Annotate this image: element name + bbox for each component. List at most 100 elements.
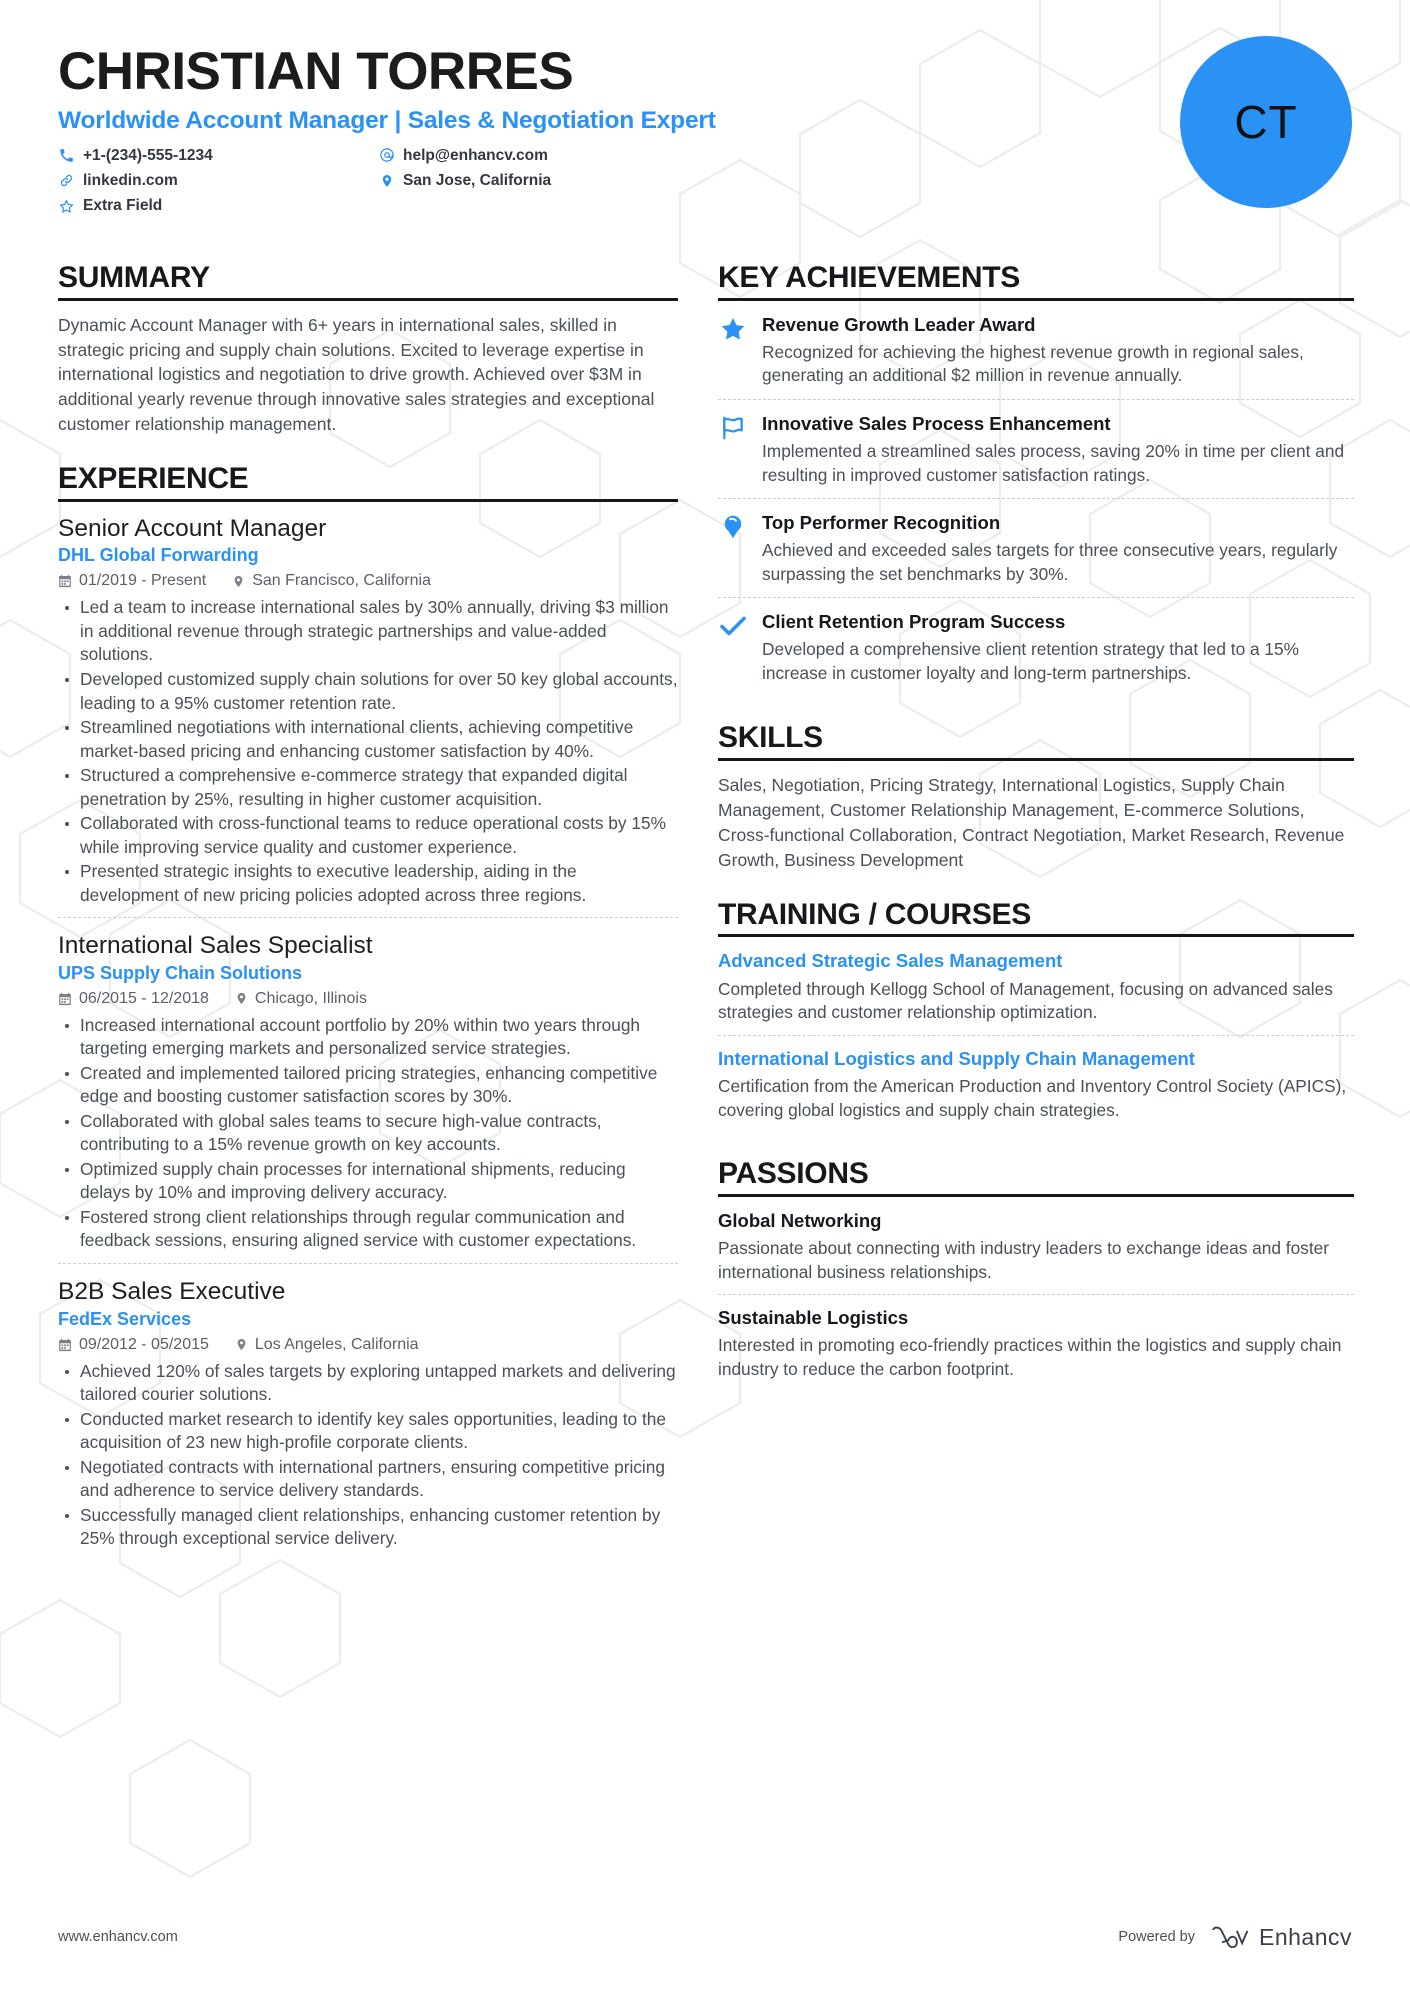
job-bullets: Achieved 120% of sales targets by explor… [58,1360,678,1551]
achievements-list: Revenue Growth Leader Award Recognized fo… [718,313,1354,697]
job-location: San Francisco, California [232,572,431,590]
passions-list: Global Networking Passionate about connec… [718,1209,1354,1392]
enhancv-brand-name: Enhancv [1258,1923,1352,1950]
training-item: Advanced Strategic Sales Management Compl… [718,949,1354,1034]
key-achievements-heading: KEY ACHIEVEMENTS [718,262,1354,301]
achievement-title: Innovative Sales Process Enhancement [762,412,1111,434]
email-icon [378,147,395,163]
headline: Worldwide Account Manager | Sales & Nego… [58,106,716,134]
contact-extra-field[interactable]: Extra Field [58,196,378,215]
summary-heading: SUMMARY [58,262,678,301]
job-bullet: Successfully managed client relationship… [58,1504,678,1551]
contact-phone[interactable]: +1-(234)-555-1234 [58,146,378,165]
training-title: International Logistics and Supply Chain… [718,1047,1195,1069]
contact-location-text: San Jose, California [403,172,552,190]
contact-email[interactable]: help@enhancv.com [378,146,698,165]
job-bullets: Led a team to increase international sal… [58,596,678,907]
experience-item: Senior Account Manager DHL Global Forward… [58,514,678,917]
achievement-description: Implemented a streamlined sales process,… [762,441,1345,485]
job-bullet: Collaborated with cross-functional teams… [58,812,678,859]
passion-title: Global Networking [718,1209,882,1231]
star-outline-icon [58,199,75,214]
training-item: International Logistics and Supply Chain… [718,1034,1354,1132]
contact-link[interactable]: linkedin.com [58,171,378,190]
passion-title: Sustainable Logistics [718,1307,909,1329]
job-bullet: Led a team to increase international sal… [58,596,678,667]
achievement-title: Revenue Growth Leader Award [762,313,1036,335]
footer: www.enhancv.com Powered by Enhancv [0,1923,1410,1951]
resume-header: CHRISTIAN TORRES Worldwide Account Manag… [58,36,1362,234]
experience-item: B2B Sales Executive FedEx Services 09/2012… [58,1262,678,1561]
job-location: Los Angeles, California [235,1336,419,1354]
footer-branding: Powered by Enhancv [1118,1923,1352,1951]
job-bullet: Optimized supply chain processes for int… [58,1158,678,1205]
job-location: Chicago, Illinois [235,990,367,1008]
section-passions: PASSIONS Global Networking Passionate abo… [718,1158,1354,1391]
job-bullet: Created and implemented tailored pricing… [58,1062,678,1109]
avatar-initials: CT [1234,96,1298,148]
contact-location[interactable]: San Jose, California [378,171,698,190]
section-skills: SKILLS Sales, Negotiation, Pricing Strat… [718,722,1354,872]
enhancv-mark-icon [1212,1926,1249,1949]
resume-page: CHRISTIAN TORRES Worldwide Account Manag… [0,0,1410,1995]
job-company: DHL Global Forwarding [58,545,259,566]
achievement-title: Client Retention Program Success [762,611,1066,633]
location-icon [378,173,395,189]
section-key-achievements: KEY ACHIEVEMENTS Revenue Growth Leader A… [718,262,1354,696]
job-location-text: Chicago, Illinois [254,989,367,1007]
footer-powered-by: Powered by [1118,1929,1195,1945]
job-bullet: Increased international account portfoli… [58,1014,678,1061]
contact-phone-text: +1-(234)-555-1234 [83,146,213,164]
job-dates-text: 01/2019 - Present [79,572,207,590]
training-title: Advanced Strategic Sales Management [718,950,1063,972]
star-icon [718,313,748,388]
experience-list: Senior Account Manager DHL Global Forward… [58,514,678,1561]
job-bullet: Achieved 120% of sales targets by explor… [58,1360,678,1407]
achievement-description: Achieved and exceeded sales targets for … [762,540,1338,584]
passion-description: Interested in promoting eco-friendly pra… [718,1335,1342,1379]
job-bullet: Presented strategic insights to executiv… [58,860,678,907]
job-meta: 06/2015 - 12/2018 Chicago, Illinois [58,990,678,1008]
training-description: Certification from the American Producti… [718,1076,1347,1120]
training-description: Completed through Kellogg School of Mana… [718,978,1333,1023]
job-role: Senior Account Manager [58,514,327,542]
contact-extra-field-text: Extra Field [83,197,163,215]
link-icon [58,173,75,188]
passion-description: Passionate about connecting with industr… [718,1238,1329,1282]
skills-text: Sales, Negotiation, Pricing Strategy, In… [718,775,1345,870]
job-bullet: Negotiated contracts with international … [58,1456,678,1503]
job-dates-text: 09/2012 - 05/2015 [79,1335,209,1353]
passions-heading: PASSIONS [718,1158,1354,1197]
summary-text: Dynamic Account Manager with 6+ years in… [58,314,655,435]
job-location-text: Los Angeles, California [254,1335,419,1353]
achievement-item: Revenue Growth Leader Award Recognized fo… [718,313,1354,399]
job-company: UPS Supply Chain Solutions [58,962,303,983]
section-experience: EXPERIENCE Senior Account Manager DHL Glo… [58,463,678,1561]
job-dates: 06/2015 - 12/2018 [58,990,209,1008]
job-bullet: Structured a comprehensive e-commerce st… [58,764,678,811]
job-role: B2B Sales Executive [58,1277,286,1305]
section-training: TRAINING / COURSES Advanced Strategic Sa… [718,898,1354,1132]
job-bullet: Streamlined negotiations with internatio… [58,716,678,763]
achievement-title: Top Performer Recognition [762,512,1001,534]
skills-heading: SKILLS [718,722,1354,762]
location-pin-icon [235,991,248,1006]
location-pin-icon [232,574,245,589]
job-bullet: Developed customized supply chain soluti… [58,668,678,715]
footer-website[interactable]: www.enhancv.com [58,1929,178,1945]
resume-body: SUMMARY Dynamic Account Manager with 6+ … [58,262,1362,1587]
job-location-text: San Francisco, California [252,572,431,590]
right-column: KEY ACHIEVEMENTS Revenue Growth Leader A… [718,262,1354,1587]
job-dates: 09/2012 - 05/2015 [58,1336,209,1354]
avatar: CT [1180,36,1352,208]
contact-email-text: help@enhancv.com [403,146,548,164]
location-pin-icon [235,1337,248,1352]
section-summary: SUMMARY Dynamic Account Manager with 6+ … [58,262,678,437]
experience-item: International Sales Specialist UPS Supply… [58,917,678,1263]
badge-icon [718,511,748,586]
achievement-item: Client Retention Program Success Develope… [718,597,1354,696]
training-list: Advanced Strategic Sales Management Compl… [718,949,1354,1132]
job-meta: 01/2019 - Present San Francisco, Californ… [58,572,678,590]
experience-heading: EXPERIENCE [58,463,678,502]
calendar-icon [58,992,72,1006]
